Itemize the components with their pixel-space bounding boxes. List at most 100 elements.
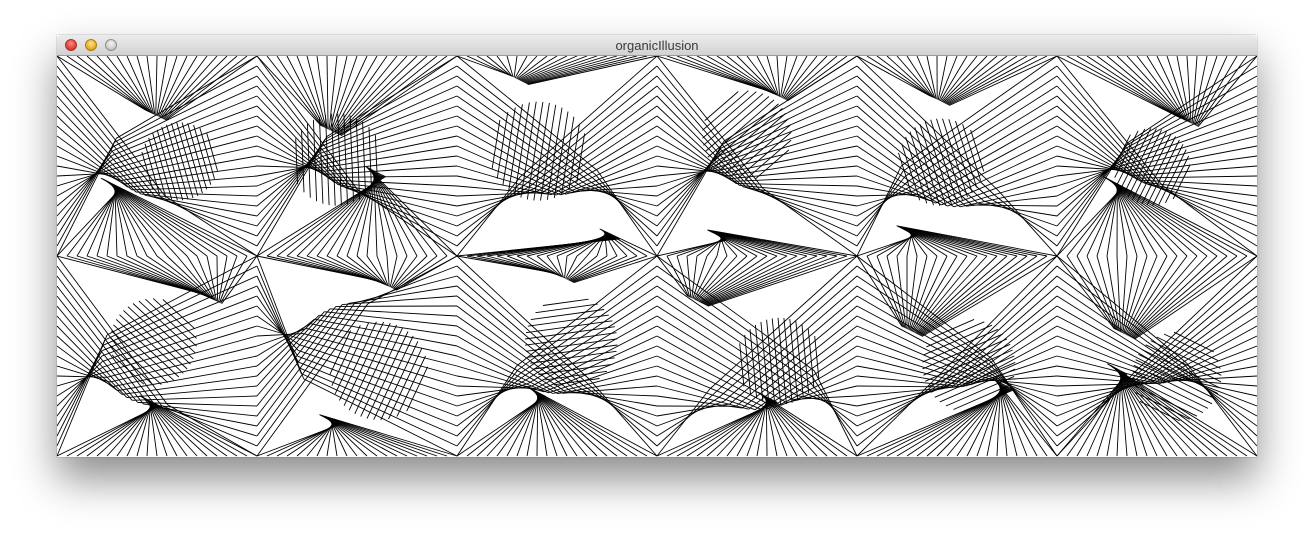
pattern-line <box>142 396 228 457</box>
pattern-line <box>713 265 858 394</box>
pattern-line <box>525 320 613 334</box>
pattern-line <box>736 397 770 457</box>
pattern-line <box>525 326 615 340</box>
pattern-line <box>57 142 115 247</box>
pattern-line <box>321 135 458 165</box>
pattern-line <box>906 233 913 257</box>
pattern-line <box>466 56 510 76</box>
pattern-line <box>586 382 658 447</box>
pattern-line <box>338 321 377 401</box>
pattern-line <box>710 231 828 257</box>
pattern-line <box>57 355 103 417</box>
pattern-line <box>106 185 117 257</box>
pattern-line <box>523 56 618 83</box>
pattern-line <box>739 343 745 387</box>
pattern-line <box>456 183 527 237</box>
pattern-line <box>566 392 658 397</box>
pattern-line <box>322 145 458 169</box>
pattern-line <box>531 315 658 387</box>
pattern-line <box>1125 75 1257 149</box>
pattern-line <box>117 365 258 392</box>
pattern-line <box>866 56 931 97</box>
pattern-line <box>691 255 698 299</box>
pattern-line <box>1132 165 1257 177</box>
pattern-line <box>747 187 858 217</box>
pattern-line <box>896 233 913 257</box>
pattern-line <box>1086 56 1182 119</box>
pattern-line <box>456 85 591 182</box>
pattern-line <box>101 295 258 357</box>
pattern-line <box>716 236 722 257</box>
pattern-line <box>57 366 104 397</box>
pattern-line <box>695 255 738 301</box>
pattern-line <box>866 255 904 328</box>
pattern-line <box>1140 285 1257 380</box>
pattern-line <box>346 255 386 286</box>
pattern-line <box>656 315 793 400</box>
pattern-line <box>136 401 153 457</box>
pattern-line <box>724 118 789 175</box>
pattern-line <box>900 227 1018 257</box>
pattern-line <box>566 255 588 280</box>
pattern-line <box>707 99 775 158</box>
pattern-line <box>564 255 568 279</box>
pattern-line <box>335 56 408 134</box>
pattern-line <box>754 324 764 402</box>
pattern-line <box>116 56 153 114</box>
title-bar[interactable]: organicIllusion <box>57 35 1257 56</box>
pattern-line <box>982 376 1058 397</box>
pattern-line <box>784 56 828 100</box>
pattern-line <box>966 345 1058 387</box>
pattern-line <box>988 197 1058 237</box>
pattern-line <box>1056 255 1115 330</box>
pattern-line <box>373 335 414 420</box>
pattern-line <box>586 232 608 257</box>
pattern-line <box>110 182 158 257</box>
pattern-line <box>1106 371 1123 457</box>
pattern-line <box>76 56 149 112</box>
pattern-line <box>997 380 1028 457</box>
pattern-line <box>656 169 724 177</box>
pattern-line <box>301 373 458 447</box>
pattern-line <box>216 255 219 302</box>
pattern-line <box>112 75 258 148</box>
pattern-line <box>908 255 928 331</box>
pattern-line <box>972 204 1058 207</box>
pattern-line <box>527 314 609 327</box>
pattern-line <box>1197 56 1257 127</box>
pattern-line <box>132 395 258 401</box>
pattern-line <box>570 175 658 194</box>
pattern-line <box>759 393 828 457</box>
pattern-line <box>943 56 1008 104</box>
pattern-line <box>102 285 258 352</box>
pattern-line <box>1126 65 1257 146</box>
pattern-line <box>348 285 458 304</box>
pattern-line <box>909 255 938 331</box>
pattern-line <box>96 255 206 297</box>
pattern-line <box>910 255 948 332</box>
pattern-line <box>1108 178 1208 257</box>
pattern-line <box>656 162 722 197</box>
pattern-line <box>86 186 119 257</box>
pattern-line <box>1096 56 1183 120</box>
pattern-line <box>340 56 458 137</box>
pattern-line <box>329 308 458 317</box>
pattern-line <box>57 138 117 257</box>
pattern-line <box>326 421 333 457</box>
pattern-line <box>704 91 739 121</box>
pattern-line <box>574 185 658 193</box>
pattern-line <box>736 183 858 187</box>
pattern-line <box>109 337 162 385</box>
pattern-line <box>711 231 818 257</box>
pattern-line <box>393 255 438 290</box>
pattern-line <box>676 56 770 93</box>
pattern-line <box>918 255 1028 336</box>
pattern-line <box>1144 182 1257 207</box>
pattern-line <box>506 393 542 457</box>
pattern-line <box>331 56 368 132</box>
pattern-line <box>456 186 531 227</box>
pattern-line <box>896 56 934 98</box>
pattern-line <box>757 391 858 457</box>
pattern-line <box>596 231 607 257</box>
pattern-line <box>755 188 858 237</box>
